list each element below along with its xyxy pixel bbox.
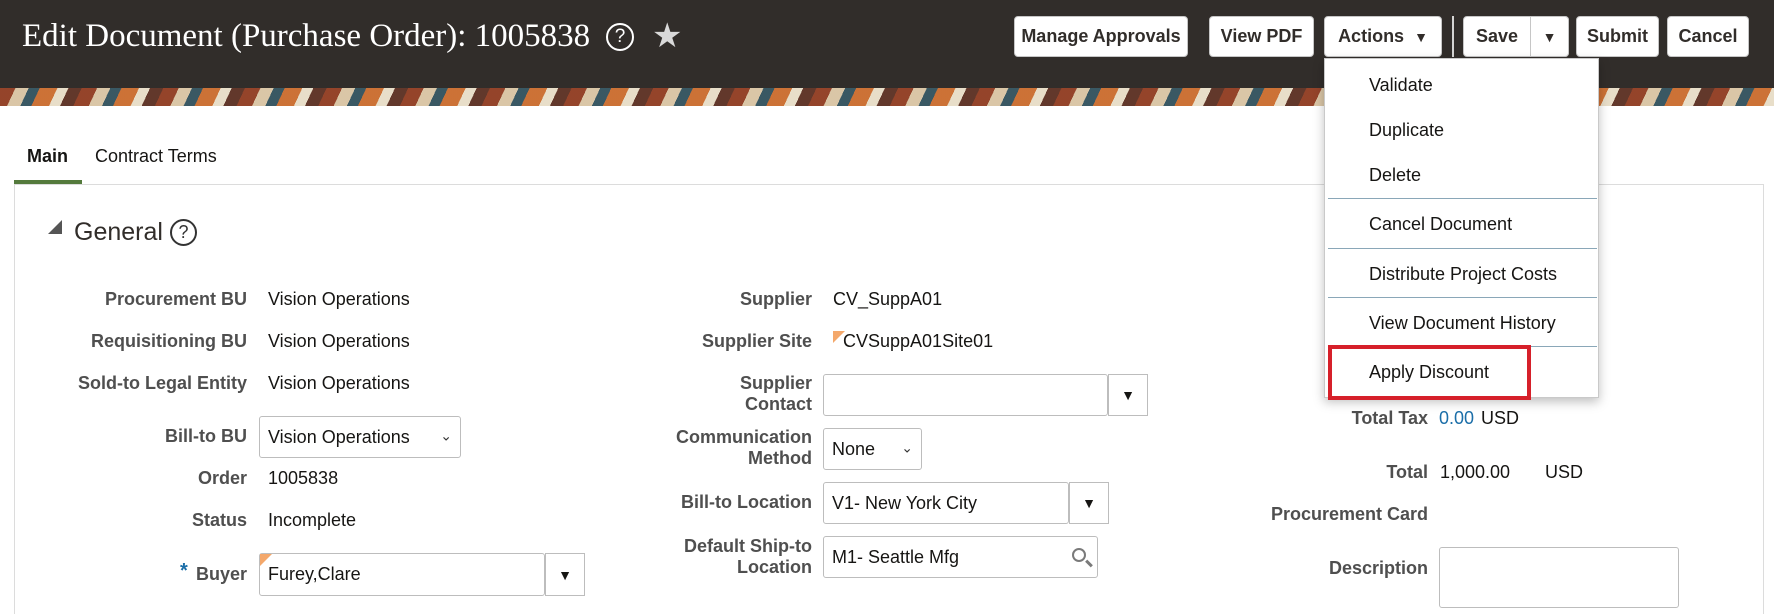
caret-down-icon: ▼ — [558, 566, 572, 583]
order-value: 1005838 — [268, 468, 339, 488]
procurement-card-label: Procurement Card — [1270, 504, 1428, 524]
communication-method-label: Communication Method — [675, 427, 812, 468]
total-tax-label: Total Tax — [1351, 408, 1428, 428]
communication-method-select[interactable]: None ⌄ — [823, 428, 922, 470]
status-value: Incomplete — [268, 510, 357, 530]
procurement-bu-value: Vision Operations — [268, 289, 410, 309]
bill-to-location-input[interactable]: V1- New York City — [823, 482, 1069, 524]
menu-item-cancel-document[interactable]: Cancel Document — [1369, 214, 1512, 235]
buyer-input[interactable]: Furey,Clare — [259, 553, 545, 596]
view-pdf-button[interactable]: View PDF — [1209, 16, 1314, 57]
requisitioning-bu-label: Requisitioning BU — [91, 331, 247, 351]
help-icon[interactable]: ? — [606, 23, 634, 51]
supplier-contact-label: Supplier Contact — [739, 373, 812, 414]
total-label: Total — [1386, 462, 1428, 482]
buyer-dropdown-button[interactable]: ▼ — [545, 553, 585, 596]
changed-flag-icon — [260, 554, 272, 566]
buyer-label: Buyer — [195, 564, 247, 584]
page-title: Edit Document (Purchase Order): 1005838 — [22, 18, 591, 54]
menu-divider — [1328, 248, 1597, 249]
bill-to-location-label: Bill-to Location — [681, 492, 812, 512]
toolbar-separator — [1452, 16, 1454, 57]
chevron-down-icon: ⌄ — [440, 427, 452, 444]
collapse-section-icon[interactable] — [48, 220, 62, 234]
supplier-label: Supplier — [739, 289, 812, 309]
menu-divider — [1328, 198, 1597, 199]
description-label: Description — [1328, 558, 1428, 578]
caret-down-icon: ▼ — [1542, 28, 1557, 45]
supplier-value: CV_SuppA01 — [833, 289, 943, 309]
sold-to-legal-entity-label: Sold-to Legal Entity — [78, 373, 247, 393]
favorite-star-icon[interactable]: ★ — [652, 18, 682, 54]
actions-menu-button[interactable]: Actions ▼ — [1324, 16, 1442, 57]
tab-contract-terms[interactable]: Contract Terms — [95, 146, 217, 167]
menu-divider — [1328, 297, 1597, 298]
total-value: 1,000.00 — [1440, 462, 1511, 482]
chevron-down-icon: ⌄ — [901, 439, 913, 456]
highlight-box — [1328, 345, 1531, 400]
caret-down-icon: ▼ — [1082, 495, 1096, 511]
menu-item-duplicate[interactable]: Duplicate — [1369, 120, 1444, 141]
supplier-contact-dropdown-button[interactable]: ▼ — [1108, 374, 1148, 416]
menu-item-validate[interactable]: Validate — [1369, 75, 1433, 96]
save-options-dropdown[interactable]: ▼ — [1531, 16, 1569, 57]
search-icon[interactable] — [1072, 548, 1086, 562]
caret-down-icon: ▼ — [1121, 387, 1135, 403]
caret-down-icon: ▼ — [1414, 28, 1428, 45]
menu-item-view-document-history[interactable]: View Document History — [1369, 313, 1556, 334]
total-tax-value[interactable]: 0.00 — [1439, 408, 1474, 429]
menu-item-delete[interactable]: Delete — [1369, 165, 1421, 186]
bill-to-location-dropdown-button[interactable]: ▼ — [1069, 482, 1109, 524]
supplier-contact-input[interactable] — [823, 374, 1108, 416]
bill-to-bu-label: Bill-to BU — [165, 426, 247, 446]
tab-main[interactable]: Main — [27, 146, 68, 167]
sold-to-legal-entity-value: Vision Operations — [268, 373, 410, 393]
status-label: Status — [191, 510, 247, 530]
bill-to-bu-select[interactable]: Vision Operations ⌄ — [259, 416, 461, 458]
procurement-bu-label: Procurement BU — [104, 289, 247, 309]
requisitioning-bu-value: Vision Operations — [268, 331, 410, 351]
default-ship-to-location-label: Default Ship-to Location — [684, 536, 812, 577]
total-tax-currency: USD — [1481, 408, 1520, 428]
help-icon[interactable]: ? — [170, 219, 197, 246]
supplier-site-value: CVSuppA01Site01 — [843, 331, 994, 351]
submit-button[interactable]: Submit — [1576, 16, 1659, 57]
section-title: General — [74, 218, 163, 246]
total-currency: USD — [1545, 462, 1584, 482]
menu-item-distribute-project-costs[interactable]: Distribute Project Costs — [1369, 264, 1557, 285]
order-label: Order — [197, 468, 247, 488]
description-textarea[interactable] — [1439, 547, 1679, 608]
manage-approvals-button[interactable]: Manage Approvals — [1014, 16, 1188, 57]
ship-to-location-input[interactable]: M1- Seattle Mfg — [823, 536, 1098, 578]
supplier-site-label: Supplier Site — [701, 331, 812, 351]
cancel-button[interactable]: Cancel — [1667, 16, 1749, 57]
